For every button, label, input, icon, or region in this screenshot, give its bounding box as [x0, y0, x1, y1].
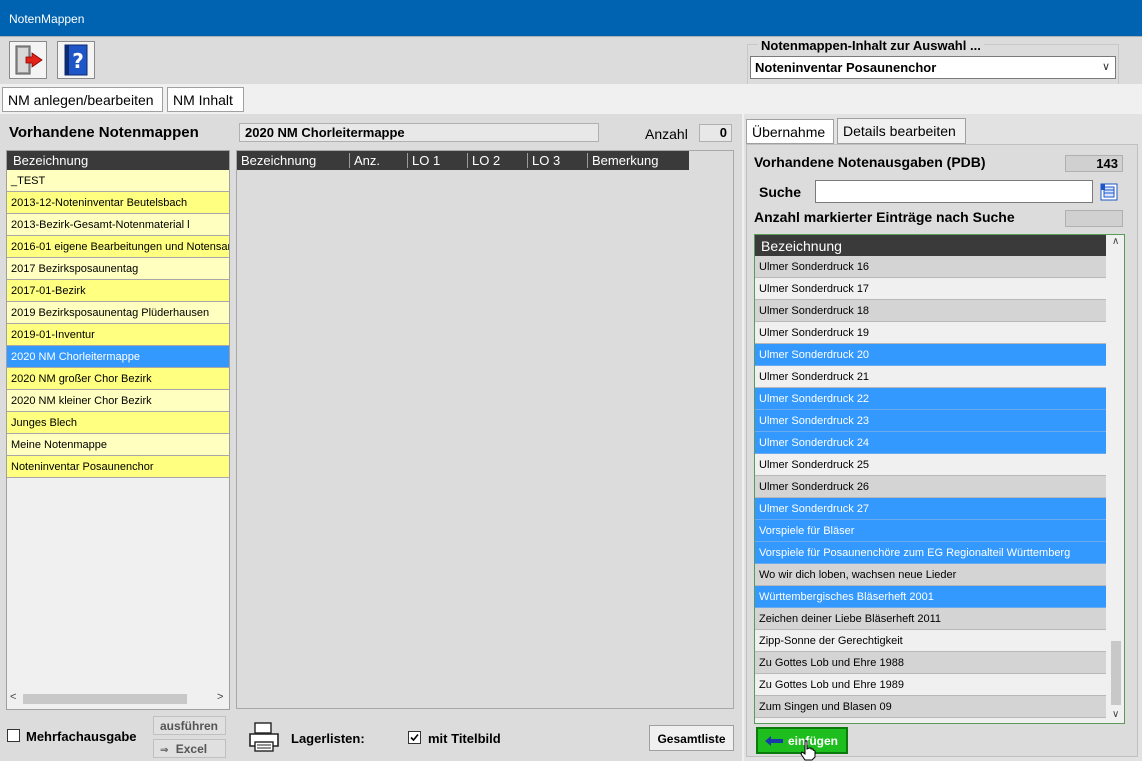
list-item[interactable]: Zipp-Sonne der Gerechtigkeit — [755, 630, 1106, 652]
title-bar: NotenMappen — [0, 0, 1142, 36]
window-title: NotenMappen — [9, 12, 85, 26]
list-item[interactable]: 2017 Bezirksposaunentag — [7, 258, 229, 280]
checkmark-icon — [410, 733, 419, 742]
scroll-down-icon[interactable]: ∨ — [1112, 709, 1119, 720]
list-item[interactable]: Vorspiele für Posaunenchöre zum EG Regio… — [755, 542, 1106, 564]
list-item[interactable]: 2016-01 eigene Bearbeitungen und Notensa… — [7, 236, 229, 258]
list-item[interactable]: 2020 NM Chorleitermappe — [7, 346, 229, 368]
col-lo2[interactable]: LO 2 — [467, 153, 525, 168]
list-item[interactable]: Ulmer Sonderdruck 24 — [755, 432, 1106, 454]
available-editions-title: Vorhandene Notenausgaben (PDB) — [754, 154, 986, 170]
title-image-label: mit Titelbild — [428, 731, 501, 746]
collection-select-value: Noteninventar Posaunenchor — [755, 60, 937, 75]
overall-list-button[interactable]: Gesamtliste — [649, 725, 734, 751]
scroll-up-icon[interactable]: ∧ — [1112, 236, 1119, 247]
list-item[interactable]: Ulmer Sonderdruck 19 — [755, 322, 1106, 344]
arrow-right-icon: ⇒ — [160, 745, 169, 756]
list-item[interactable]: _TEST — [7, 170, 229, 192]
list-item[interactable]: 2013-12-Noteninventar Beutelsbach — [7, 192, 229, 214]
toolbar: ? Notenmappen-Inhalt zur Auswahl ... Not… — [0, 36, 1142, 85]
list-item[interactable]: 2013-Bezirk-Gesamt-Notenmaterial l — [7, 214, 229, 236]
list-item[interactable]: Zum Singen und Blasen 09 — [755, 696, 1106, 718]
excel-button-label: Excel — [175, 742, 208, 756]
list-item[interactable]: Junges Blech — [7, 412, 229, 434]
tab-nm-inhalt[interactable]: NM Inhalt — [167, 87, 244, 112]
multi-output-checkbox[interactable] — [7, 729, 20, 742]
count-label: Anzahl — [645, 126, 688, 142]
tab-nm-anlegen[interactable]: NM anlegen/bearbeiten — [2, 87, 163, 112]
exit-door-icon — [15, 45, 43, 75]
selection-legend: Notenmappen-Inhalt zur Auswahl ... — [758, 38, 984, 53]
hand-cursor-icon — [800, 740, 816, 761]
help-button[interactable]: ? — [57, 41, 95, 79]
title-image-checkbox[interactable] — [408, 731, 421, 744]
list-item[interactable]: Zu Gottes Lob und Ehre 1988 — [755, 652, 1106, 674]
marked-count-label: Anzahl markierter Einträge nach Suche — [754, 209, 1015, 225]
marked-count-value — [1065, 210, 1123, 227]
col-bemerkung[interactable]: Bemerkung — [587, 153, 687, 168]
editions-total: 143 — [1065, 155, 1123, 172]
list-item[interactable]: Wo wir dich loben, wachsen neue Lieder — [755, 564, 1106, 586]
help-book-icon: ? — [64, 44, 88, 76]
tab-bar: NM anlegen/bearbeiten NM Inhalt — [0, 84, 1142, 114]
list-item[interactable]: 2020 NM großer Chor Bezirk — [7, 368, 229, 390]
col-lo3[interactable]: LO 3 — [527, 153, 585, 168]
list-item[interactable]: Zu Gottes Lob und Ehre 1989 — [755, 674, 1106, 696]
list-item[interactable]: Württembergisches Bläserheft 2001 — [755, 586, 1106, 608]
scroll-right-icon[interactable]: > — [217, 691, 223, 703]
list-item[interactable]: 2019 Bezirksposaunentag Plüderhausen — [7, 302, 229, 324]
vertical-scroll-thumb[interactable] — [1111, 641, 1121, 705]
printer-icon[interactable] — [247, 720, 281, 754]
current-collection-label: 2020 NM Chorleitermappe — [245, 125, 405, 140]
scroll-left-icon[interactable]: < — [10, 691, 16, 703]
tab-uebernahme[interactable]: Übernahme — [746, 119, 834, 144]
list-item[interactable]: Ulmer Sonderdruck 17 — [755, 278, 1106, 300]
list-item[interactable]: Ulmer Sonderdruck 26 — [755, 476, 1106, 498]
stock-lists-label: Lagerlisten: — [291, 731, 365, 746]
list-item[interactable]: Zeichen deiner Liebe Bläserheft 2011 — [755, 608, 1106, 630]
content-columns-header: Bezeichnung Anz. LO 1 LO 2 LO 3 Bemerkun… — [237, 151, 689, 170]
editions-column-header[interactable]: Bezeichnung — [755, 235, 1106, 256]
current-collection-name: 2020 NM Chorleitermappe — [239, 123, 599, 142]
multi-output-label: Mehrfachausgabe — [26, 729, 137, 744]
list-item[interactable]: Vorspiele für Bläser — [755, 520, 1106, 542]
editions-list[interactable]: Bezeichnung Ulmer Sonderdruck 16 Ulmer So… — [754, 234, 1125, 724]
chevron-down-icon: ∨ — [1101, 61, 1110, 73]
list-item[interactable]: Ulmer Sonderdruck 23 — [755, 410, 1106, 432]
scroll-thumb[interactable] — [23, 694, 187, 704]
list-item[interactable]: Noteninventar Posaunenchor — [7, 456, 229, 478]
svg-text:?: ? — [72, 49, 84, 73]
list-item[interactable]: Ulmer Sonderdruck 27 — [755, 498, 1106, 520]
search-label: Suche — [759, 184, 802, 200]
excel-button[interactable]: ⇒ Excel — [153, 739, 226, 758]
left-list-title: Vorhandene Notenmappen — [9, 124, 199, 141]
list-item[interactable]: Ulmer Sonderdruck 22 — [755, 388, 1106, 410]
collection-select[interactable]: Noteninventar Posaunenchor ∨ — [750, 56, 1116, 79]
list-item[interactable]: 2019-01-Inventur — [7, 324, 229, 346]
collection-content-list[interactable]: Bezeichnung Anz. LO 1 LO 2 LO 3 Bemerkun… — [236, 150, 734, 709]
execute-button[interactable]: ausführen — [153, 716, 226, 735]
col-anz[interactable]: Anz. — [349, 153, 405, 168]
selection-group: Notenmappen-Inhalt zur Auswahl ... Noten… — [747, 38, 1119, 85]
exit-button[interactable] — [9, 41, 47, 79]
collections-list[interactable]: Bezeichnung _TEST 2013-12-Noteninventar B… — [6, 150, 230, 710]
search-input[interactable] — [815, 180, 1093, 203]
column-header-bezeichnung[interactable]: Bezeichnung — [7, 151, 229, 170]
list-item[interactable]: Ulmer Sonderdruck 16 — [755, 256, 1106, 278]
search-grid-icon[interactable] — [1099, 182, 1119, 202]
col-bezeichnung[interactable]: Bezeichnung — [237, 153, 347, 168]
list-item[interactable]: 2017-01-Bezirk — [7, 280, 229, 302]
list-item[interactable]: 2020 NM kleiner Chor Bezirk — [7, 390, 229, 412]
horizontal-scrollbar[interactable]: < > — [7, 690, 229, 708]
list-item[interactable]: Ulmer Sonderdruck 21 — [755, 366, 1106, 388]
vertical-scrollbar[interactable]: ∧ ∨ — [1107, 235, 1124, 723]
list-item[interactable]: Ulmer Sonderdruck 25 — [755, 454, 1106, 476]
col-lo1[interactable]: LO 1 — [407, 153, 465, 168]
arrow-left-icon — [765, 736, 783, 746]
list-item[interactable]: Meine Notenmappe — [7, 434, 229, 456]
list-item[interactable]: Ulmer Sonderdruck 20 — [755, 344, 1106, 366]
count-value: 0 — [699, 124, 732, 142]
list-item[interactable]: Ulmer Sonderdruck 18 — [755, 300, 1106, 322]
tab-details-bearbeiten[interactable]: Details bearbeiten — [837, 118, 966, 144]
